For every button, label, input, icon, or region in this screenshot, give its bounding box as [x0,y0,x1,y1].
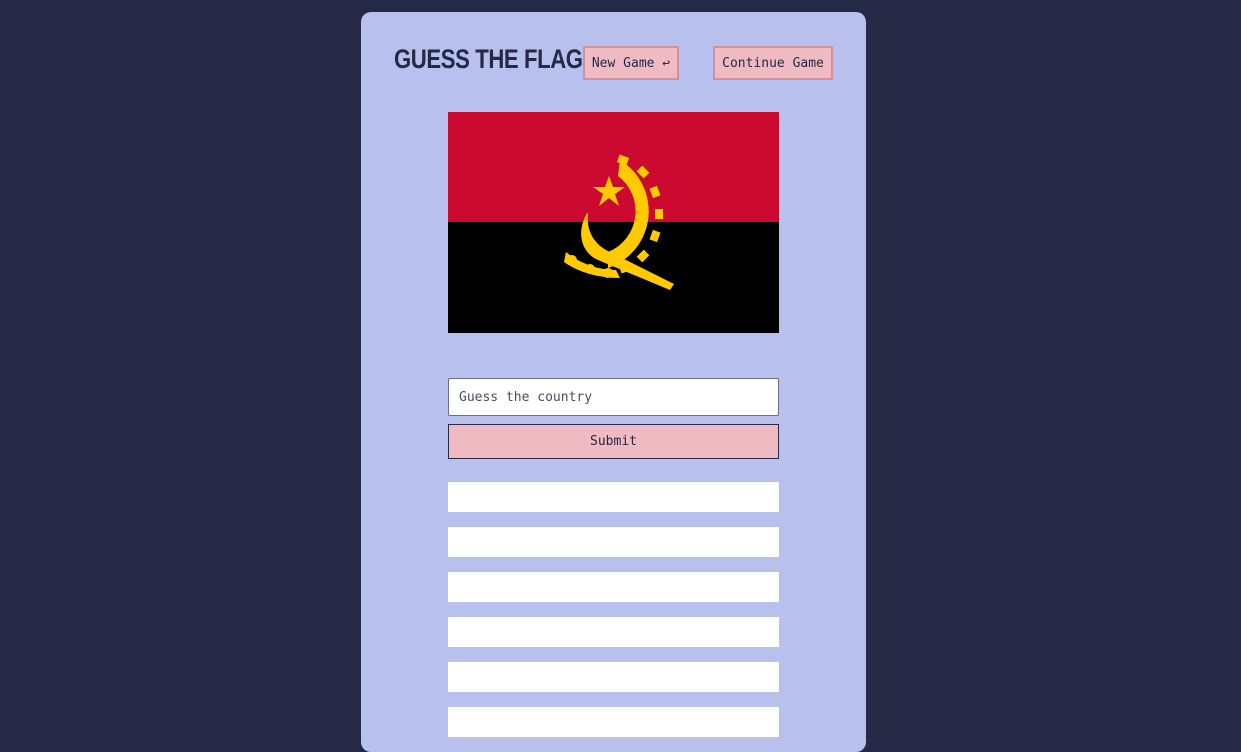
continue-game-button[interactable]: Continue Game [713,46,833,80]
submit-button[interactable]: Submit [448,424,779,459]
guess-slot-4 [448,617,779,647]
new-game-button[interactable]: New Game ↩ [583,46,679,80]
guess-country-input[interactable] [448,378,779,416]
guess-slot-2 [448,527,779,557]
guess-slot-3 [448,572,779,602]
guess-slot-6 [448,707,779,737]
page-title: Guess the Flag [394,44,583,74]
flag-top-band [448,112,779,223]
guess-slot-5 [448,662,779,692]
game-card: Guess the Flag New Game ↩ Continue Game [361,12,866,752]
guess-slot-1 [448,482,779,512]
angola-flag-image [448,112,779,333]
